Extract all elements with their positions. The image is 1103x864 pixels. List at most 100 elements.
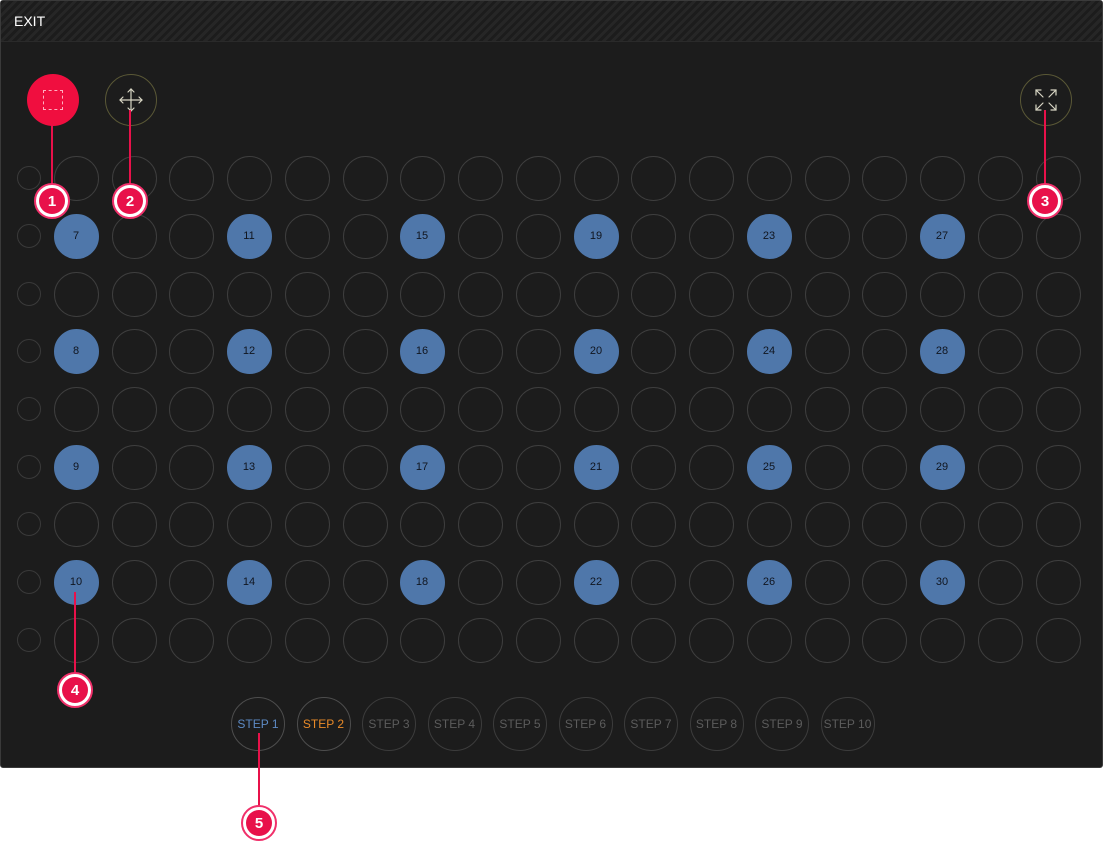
empty-slot[interactable] [284, 213, 330, 259]
fit-to-screen-button[interactable] [1020, 74, 1072, 126]
seat[interactable]: 26 [746, 559, 792, 605]
exit-button[interactable]: EXIT [14, 13, 45, 29]
empty-slot[interactable] [284, 155, 330, 201]
seat[interactable]: 24 [746, 328, 792, 374]
empty-slot[interactable] [804, 444, 850, 490]
empty-slot[interactable] [688, 386, 734, 432]
empty-slot[interactable] [168, 617, 214, 663]
empty-slot[interactable] [1035, 386, 1081, 432]
empty-slot[interactable] [977, 271, 1023, 317]
empty-slot[interactable] [688, 559, 734, 605]
empty-slot[interactable] [977, 155, 1023, 201]
step-button[interactable]: STEP 10 [820, 697, 875, 751]
empty-slot[interactable] [53, 271, 99, 317]
seat[interactable]: 11 [226, 213, 272, 259]
empty-slot[interactable] [457, 444, 503, 490]
seat[interactable]: 27 [919, 213, 965, 259]
row-marker[interactable] [17, 628, 41, 652]
empty-slot[interactable] [111, 213, 157, 259]
empty-slot[interactable] [226, 271, 272, 317]
empty-slot[interactable] [688, 444, 734, 490]
empty-slot[interactable] [342, 386, 388, 432]
empty-slot[interactable] [573, 501, 619, 547]
empty-slot[interactable] [688, 155, 734, 201]
empty-slot[interactable] [688, 213, 734, 259]
row-marker[interactable] [17, 339, 41, 363]
empty-slot[interactable] [630, 213, 676, 259]
empty-slot[interactable] [1035, 213, 1081, 259]
empty-slot[interactable] [284, 559, 330, 605]
empty-slot[interactable] [168, 213, 214, 259]
empty-slot[interactable] [861, 213, 907, 259]
empty-slot[interactable] [804, 386, 850, 432]
row-marker[interactable] [17, 570, 41, 594]
empty-slot[interactable] [342, 328, 388, 374]
empty-slot[interactable] [746, 155, 792, 201]
step-button[interactable]: STEP 7 [624, 697, 678, 751]
empty-slot[interactable] [861, 386, 907, 432]
seat[interactable]: 30 [919, 559, 965, 605]
empty-slot[interactable] [457, 617, 503, 663]
seat[interactable]: 12 [226, 328, 272, 374]
empty-slot[interactable] [919, 271, 965, 317]
row-marker[interactable] [17, 512, 41, 536]
empty-slot[interactable] [861, 501, 907, 547]
empty-slot[interactable] [111, 501, 157, 547]
empty-slot[interactable] [342, 559, 388, 605]
empty-slot[interactable] [861, 559, 907, 605]
empty-slot[interactable] [515, 213, 561, 259]
empty-slot[interactable] [457, 155, 503, 201]
empty-slot[interactable] [284, 328, 330, 374]
seat[interactable]: 7 [53, 213, 99, 259]
row-marker[interactable] [17, 224, 41, 248]
step-button[interactable]: STEP 4 [427, 697, 482, 751]
empty-slot[interactable] [226, 501, 272, 547]
step-button[interactable]: STEP 2 [296, 697, 351, 751]
empty-slot[interactable] [515, 617, 561, 663]
seat[interactable]: 18 [399, 559, 445, 605]
empty-slot[interactable] [804, 617, 850, 663]
step-button[interactable]: STEP 9 [755, 697, 809, 751]
empty-slot[interactable] [804, 213, 850, 259]
empty-slot[interactable] [977, 559, 1023, 605]
seat[interactable]: 21 [573, 444, 619, 490]
empty-slot[interactable] [515, 559, 561, 605]
empty-slot[interactable] [1035, 444, 1081, 490]
empty-slot[interactable] [861, 328, 907, 374]
empty-slot[interactable] [630, 155, 676, 201]
empty-slot[interactable] [630, 617, 676, 663]
row-marker[interactable] [17, 397, 41, 421]
empty-slot[interactable] [515, 155, 561, 201]
seat[interactable]: 8 [53, 328, 99, 374]
empty-slot[interactable] [861, 444, 907, 490]
empty-slot[interactable] [630, 444, 676, 490]
empty-slot[interactable] [630, 386, 676, 432]
seat[interactable]: 16 [399, 328, 445, 374]
empty-slot[interactable] [111, 444, 157, 490]
empty-slot[interactable] [1035, 501, 1081, 547]
empty-slot[interactable] [688, 271, 734, 317]
empty-slot[interactable] [746, 271, 792, 317]
empty-slot[interactable] [342, 444, 388, 490]
seat[interactable]: 23 [746, 213, 792, 259]
empty-slot[interactable] [1035, 559, 1081, 605]
empty-slot[interactable] [284, 444, 330, 490]
empty-slot[interactable] [573, 386, 619, 432]
empty-slot[interactable] [919, 155, 965, 201]
empty-slot[interactable] [399, 271, 445, 317]
empty-slot[interactable] [168, 444, 214, 490]
empty-slot[interactable] [688, 501, 734, 547]
step-button[interactable]: STEP 5 [493, 697, 547, 751]
seat[interactable]: 10 [53, 559, 99, 605]
empty-slot[interactable] [111, 617, 157, 663]
select-tool-button[interactable] [27, 74, 79, 126]
empty-slot[interactable] [977, 213, 1023, 259]
empty-slot[interactable] [284, 271, 330, 317]
seat[interactable]: 29 [919, 444, 965, 490]
empty-slot[interactable] [111, 328, 157, 374]
empty-slot[interactable] [977, 501, 1023, 547]
step-button[interactable]: STEP 8 [689, 697, 744, 751]
empty-slot[interactable] [746, 617, 792, 663]
row-marker[interactable] [17, 282, 41, 306]
seat[interactable]: 19 [573, 213, 619, 259]
